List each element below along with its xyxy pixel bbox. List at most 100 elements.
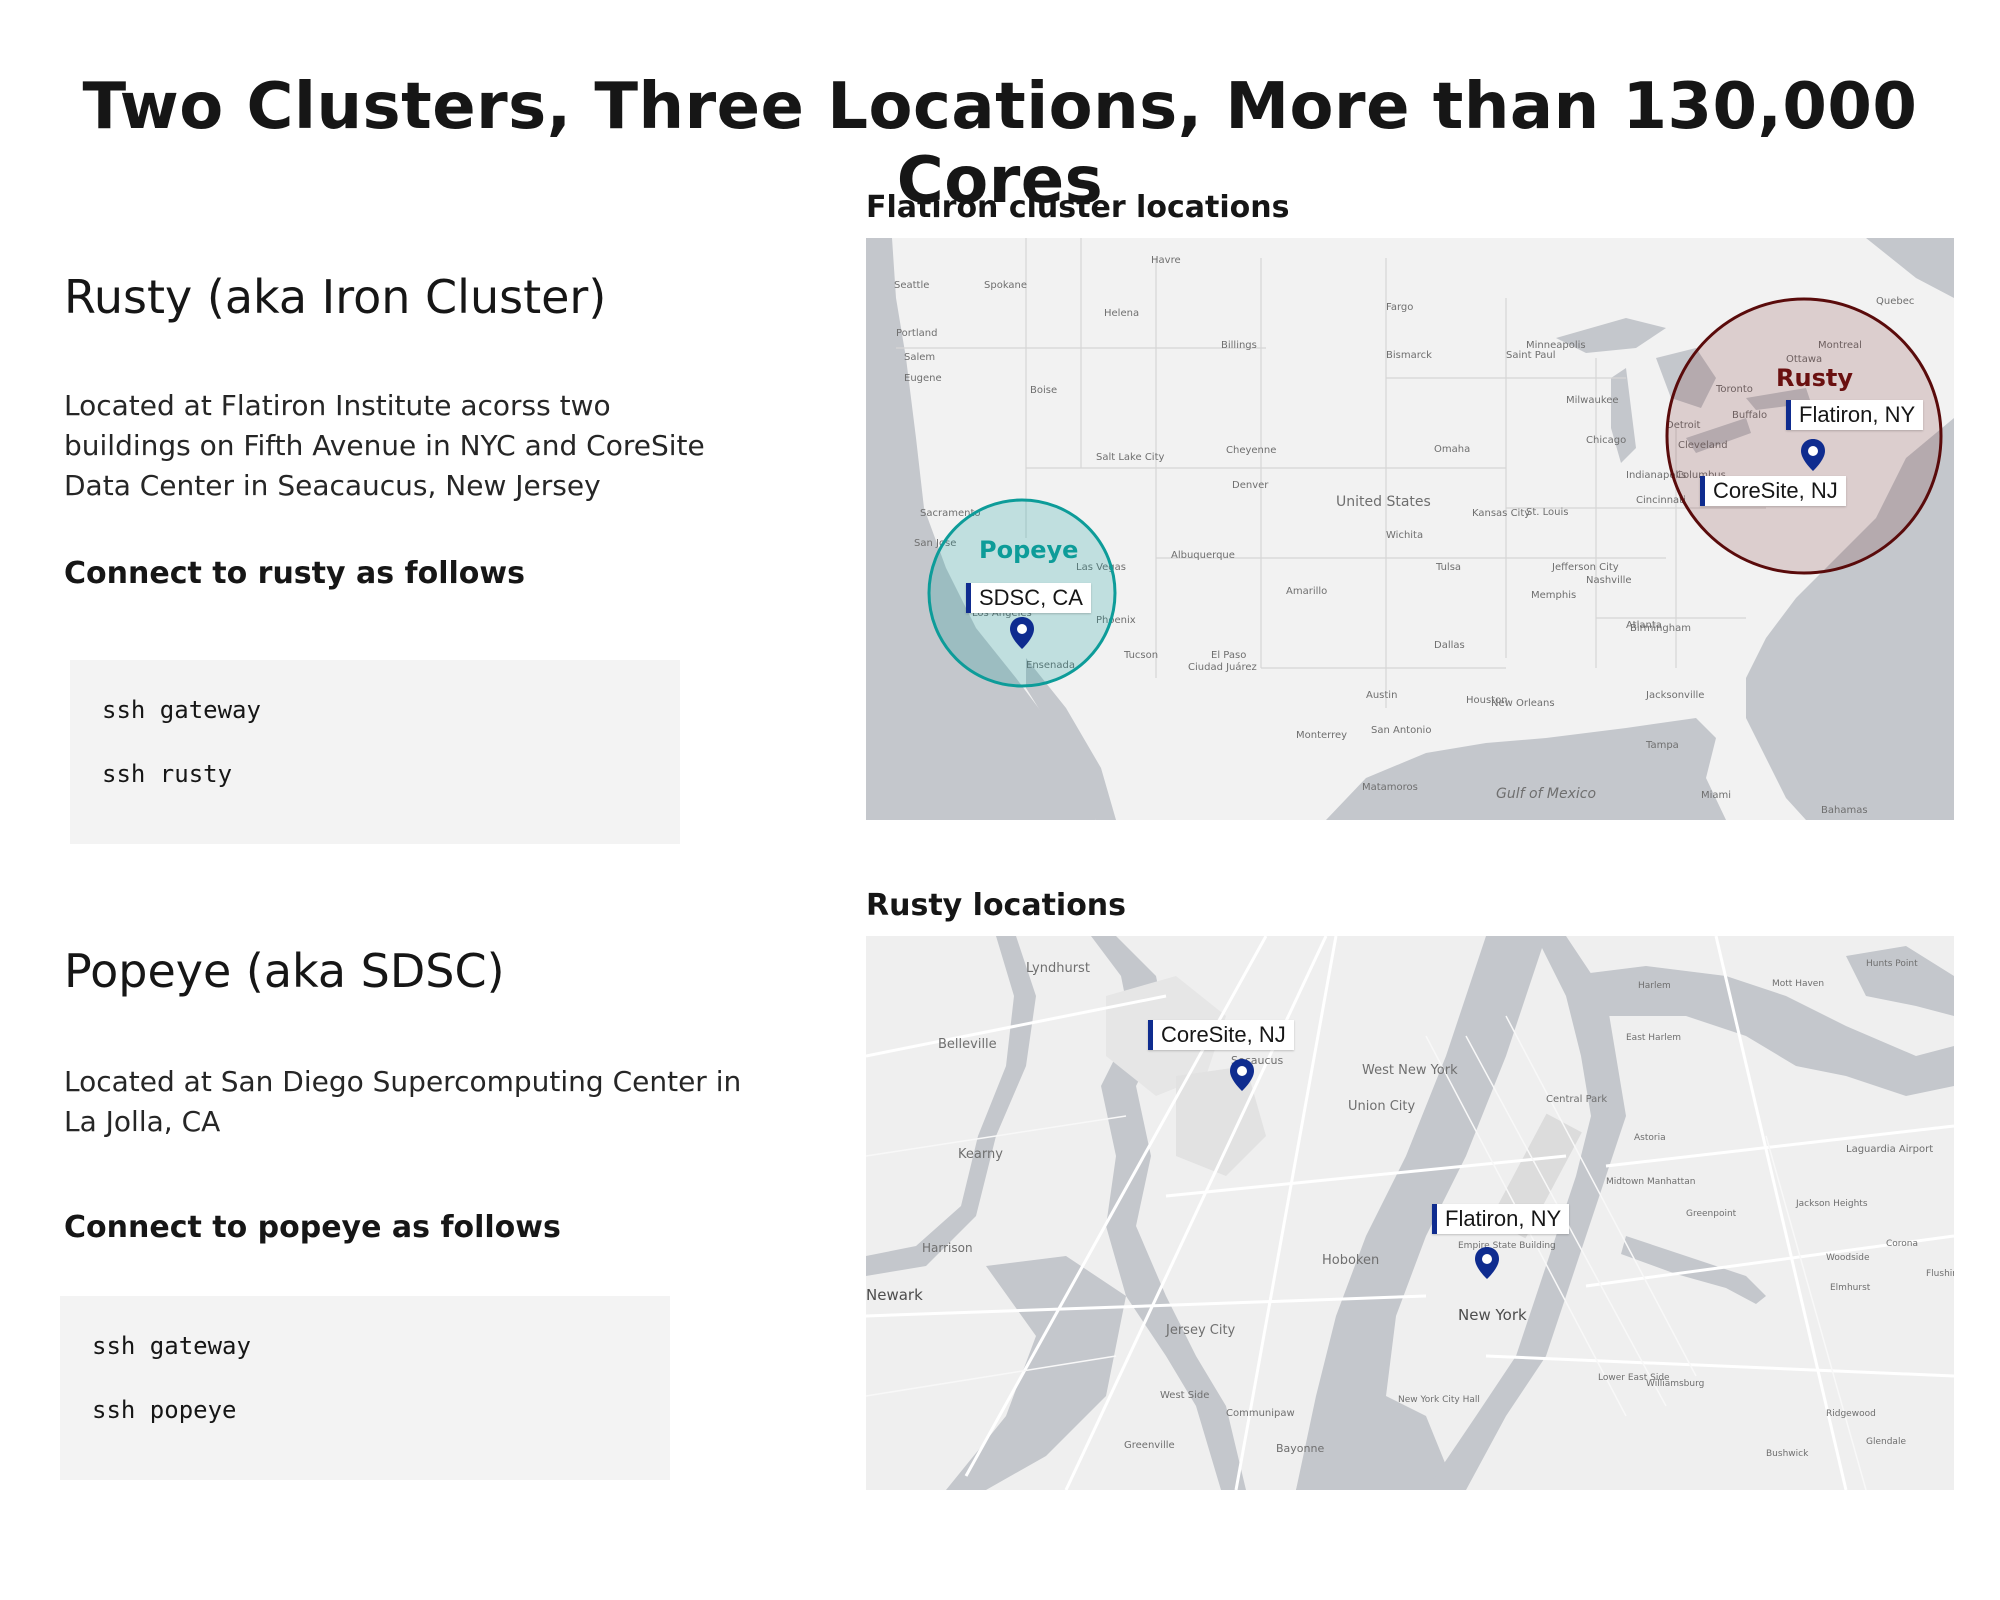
- map-label: Harlem: [1638, 981, 1671, 991]
- map-city-label: Chicago: [1586, 435, 1626, 446]
- map-label: Flushing: [1926, 1269, 1954, 1279]
- map-label: Hoboken: [1322, 1253, 1379, 1268]
- map-label: Jackson Heights: [1795, 1199, 1868, 1209]
- us-map-title: Flatiron cluster locations: [866, 190, 1290, 225]
- code-line: ssh gateway: [92, 1332, 251, 1360]
- rusty-cluster-label: Rusty: [1776, 364, 1853, 392]
- us-map-canvas: United States Gulf of Mexico Seattle Spo…: [866, 238, 1954, 820]
- map-label: Communipaw: [1226, 1408, 1295, 1419]
- map-label: Greenville: [1124, 1440, 1175, 1451]
- map-label: Harrison: [922, 1241, 973, 1255]
- map-city-label: Cheyenne: [1226, 445, 1276, 456]
- rusty-connect-title: Connect to rusty as follows: [64, 556, 525, 591]
- map-label: Astoria: [1634, 1133, 1666, 1143]
- map-city-label: Denver: [1232, 480, 1269, 491]
- map-label: West Side: [1160, 1390, 1209, 1401]
- map-city-label: St. Louis: [1526, 507, 1568, 518]
- map-city-label: Helena: [1104, 308, 1139, 319]
- popeye-connect-title: Connect to popeye as follows: [64, 1210, 561, 1245]
- code-line: ssh gateway: [102, 696, 261, 724]
- map-label: Bayonne: [1276, 1442, 1324, 1455]
- map-label: East Harlem: [1626, 1033, 1681, 1043]
- map-city-label: Nashville: [1586, 575, 1632, 586]
- map-city-label: Matamoros: [1362, 782, 1418, 793]
- location-pin-icon[interactable]: [1474, 1246, 1500, 1280]
- rusty-description: Located at Flatiron Institute acorss two…: [64, 389, 705, 502]
- map-label: Lyndhurst: [1026, 961, 1090, 976]
- map-label: Central Park: [1546, 1094, 1607, 1105]
- map-city-label: Milwaukee: [1566, 395, 1619, 406]
- map-city-label: Albuquerque: [1171, 550, 1235, 561]
- map-label: Mott Haven: [1772, 979, 1824, 989]
- map-city-label: San Antonio: [1371, 725, 1431, 736]
- map-label: Corona: [1886, 1239, 1918, 1249]
- map-city-label: Saint Paul: [1506, 350, 1556, 361]
- map-label: Union City: [1348, 1099, 1415, 1114]
- map-city-label: Memphis: [1531, 590, 1576, 601]
- rusty-code-block[interactable]: ssh gateway ssh rusty: [70, 660, 680, 844]
- map-label: West New York: [1362, 1063, 1458, 1078]
- map-label: New York: [1458, 1306, 1527, 1324]
- map-city-label: Quebec: [1876, 296, 1914, 307]
- nyc-map[interactable]: Lyndhurst Belleville Kearny Harrison New…: [866, 936, 1954, 1490]
- map-label: Belleville: [938, 1037, 997, 1052]
- map-label: Kearny: [958, 1147, 1003, 1162]
- map-label: Empire State Building: [1458, 1241, 1556, 1251]
- map-city-label: Havre: [1151, 255, 1181, 266]
- map-city-label: Tucson: [1123, 650, 1158, 661]
- map-label: United States: [1336, 494, 1431, 510]
- map-city-label: El Paso: [1211, 650, 1246, 661]
- map-label: Ridgewood: [1826, 1409, 1876, 1419]
- map-city-label: Bismarck: [1386, 350, 1432, 361]
- map-city-label: Jacksonville: [1645, 690, 1704, 701]
- map-label: Woodside: [1826, 1253, 1870, 1263]
- map-label: Elmhurst: [1830, 1283, 1871, 1293]
- map-city-label: Austin: [1366, 690, 1397, 701]
- map-city-label: Omaha: [1434, 444, 1470, 455]
- marker-label-coresite: CoreSite, NJ: [1700, 476, 1846, 506]
- marker-label-coresite: CoreSite, NJ: [1148, 1020, 1294, 1050]
- map-label: Glendale: [1866, 1437, 1906, 1447]
- map-city-label: Portland: [896, 328, 937, 339]
- map-label: Midtown Manhattan: [1606, 1177, 1695, 1187]
- map-city-label: Fargo: [1386, 302, 1413, 313]
- map-city-label: Boise: [1030, 385, 1057, 396]
- map-city-label: Birmingham: [1630, 623, 1691, 634]
- popeye-description: Located at San Diego Supercomputing Cent…: [64, 1065, 742, 1138]
- map-label: Hunts Point: [1866, 959, 1918, 969]
- popeye-cluster-label: Popeye: [979, 536, 1079, 564]
- map-city-label: Seattle: [894, 280, 929, 291]
- map-label: Greenpoint: [1686, 1209, 1737, 1219]
- marker-label-flatiron: Flatiron, NY: [1786, 400, 1924, 430]
- map-city-label: Tampa: [1645, 740, 1679, 751]
- popeye-title: Popeye (aka SDSC): [64, 944, 505, 998]
- rusty-cluster-circle: [1665, 297, 1943, 575]
- map-label: Lower East Side: [1598, 1373, 1670, 1383]
- map-city-label: Salem: [904, 352, 935, 363]
- map-city-label: Eugene: [904, 373, 942, 384]
- map-city-label: Jefferson City: [1551, 562, 1619, 573]
- map-city-label: Minneapolis: [1526, 340, 1586, 351]
- code-line: ssh rusty: [102, 760, 233, 788]
- map-city-label: Miami: [1701, 790, 1731, 801]
- us-map[interactable]: United States Gulf of Mexico Seattle Spo…: [866, 238, 1954, 820]
- map-label: Bushwick: [1766, 1449, 1809, 1459]
- nyc-map-title: Rusty locations: [866, 888, 1127, 923]
- marker-label-sdsc: SDSC, CA: [966, 583, 1091, 613]
- map-city-label: New Orleans: [1491, 698, 1555, 709]
- nyc-map-canvas: Lyndhurst Belleville Kearny Harrison New…: [866, 936, 1954, 1490]
- map-city-label: Salt Lake City: [1096, 452, 1165, 463]
- map-label: New York City Hall: [1398, 1395, 1480, 1405]
- map-label: Gulf of Mexico: [1496, 786, 1596, 802]
- popeye-code-block[interactable]: ssh gateway ssh popeye: [60, 1296, 670, 1480]
- map-city-label: Tulsa: [1435, 562, 1461, 573]
- map-city-label: Cincinnati: [1636, 495, 1686, 506]
- marker-label-flatiron: Flatiron, NY: [1432, 1204, 1570, 1234]
- map-city-label: Spokane: [984, 280, 1027, 291]
- location-pin-icon[interactable]: [1800, 438, 1826, 472]
- map-city-label: Monterrey: [1296, 730, 1347, 741]
- rusty-title: Rusty (aka Iron Cluster): [64, 270, 607, 324]
- location-pin-icon[interactable]: [1229, 1058, 1255, 1092]
- map-city-label: Bahamas: [1821, 805, 1868, 816]
- location-pin-icon[interactable]: [1009, 616, 1035, 650]
